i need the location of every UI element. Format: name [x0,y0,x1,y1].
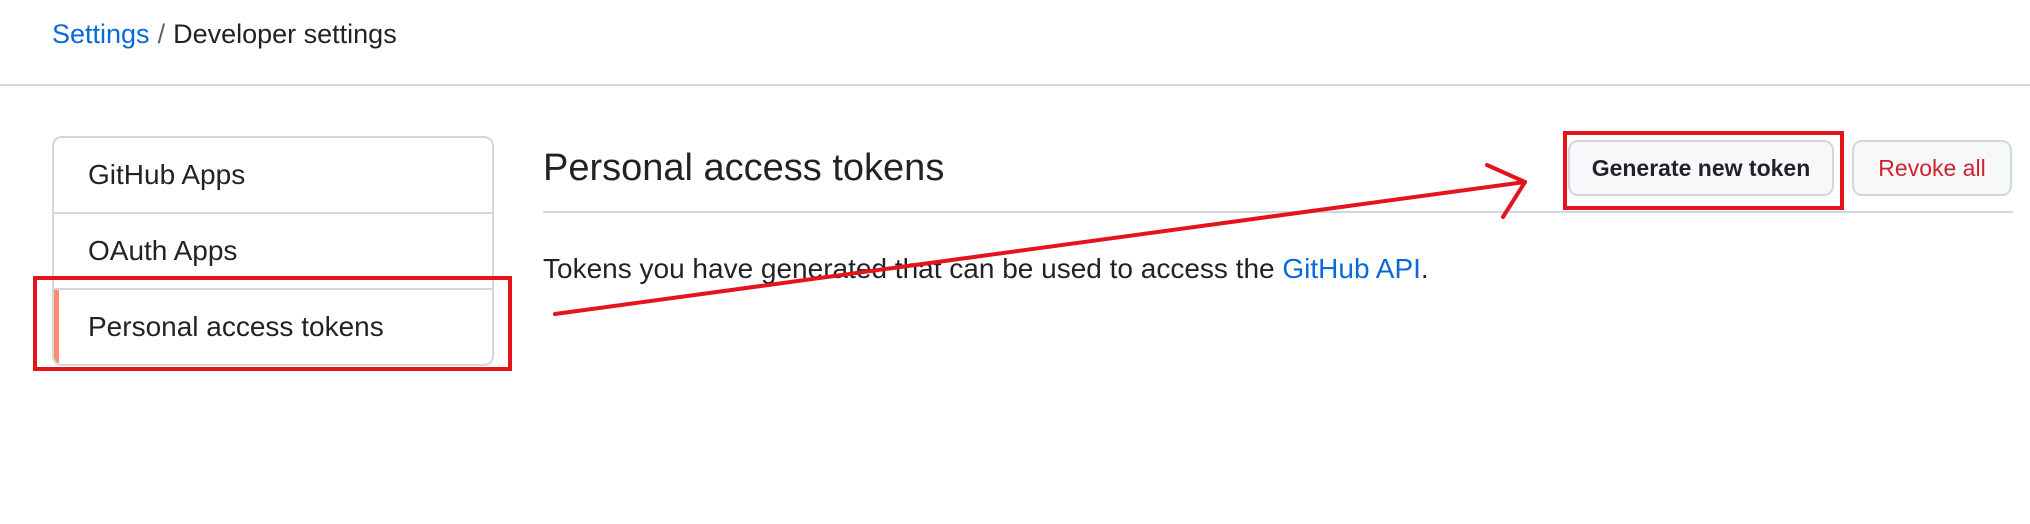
page: Settings / Developer settings GitHub Apps … [0,0,2030,524]
page-title: Personal access tokens [543,147,945,189]
sidebar-item-label: Personal access tokens [88,311,384,342]
revoke-all-button[interactable]: Revoke all [1852,140,2012,196]
description-text: Tokens you have generated that can be us… [543,251,1429,287]
title-divider [543,211,2013,213]
sidebar: GitHub Apps OAuth Apps Personal access t… [52,136,494,366]
header: Settings / Developer settings [0,0,2030,86]
sidebar-item-oauth-apps[interactable]: OAuth Apps [54,214,492,290]
description-suffix: . [1420,253,1429,284]
description-prefix: Tokens you have generated that can be us… [543,253,1283,284]
sidebar-item-github-apps[interactable]: GitHub Apps [54,138,492,214]
sidebar-item-personal-access-tokens[interactable]: Personal access tokens [54,290,492,364]
github-api-link[interactable]: GitHub API [1282,253,1421,284]
breadcrumb-separator: / [157,19,166,49]
generate-new-token-button[interactable]: Generate new token [1568,140,1834,196]
breadcrumb-current: Developer settings [173,19,397,49]
sidebar-item-label: GitHub Apps [88,159,246,190]
breadcrumb-settings-link[interactable]: Settings [52,19,150,49]
sidebar-item-label: OAuth Apps [88,235,238,266]
breadcrumb: Settings / Developer settings [52,16,397,52]
